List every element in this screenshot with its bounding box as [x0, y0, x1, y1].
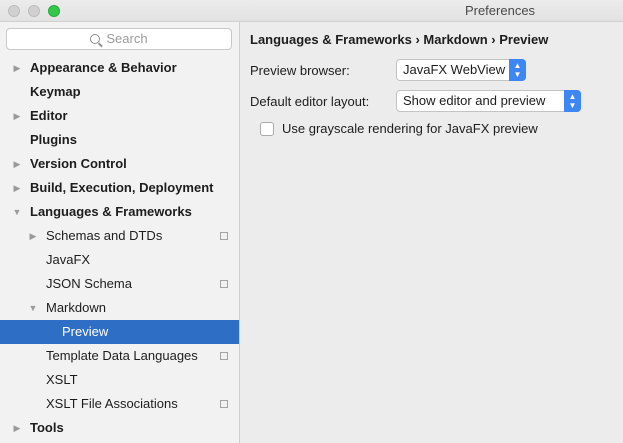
sidebar-item-plugins[interactable]: Plugins — [0, 128, 239, 152]
sidebar-item-xslt-file-associations[interactable]: XSLT File Associations — [0, 392, 239, 416]
expand-arrow-icon[interactable]: ▶ — [12, 152, 22, 176]
settings-sidebar: Search ▶ Appearance & Behavior Keymap ▶ … — [0, 22, 240, 443]
search-placeholder: Search — [106, 31, 148, 46]
sidebar-item-markdown[interactable]: ▼ Markdown — [0, 296, 239, 320]
sidebar-item-javafx[interactable]: JavaFX — [0, 248, 239, 272]
minimize-window-button[interactable] — [28, 5, 40, 17]
sidebar-item-schemas-dtds[interactable]: ▶ Schemas and DTDs — [0, 224, 239, 248]
sidebar-item-tools[interactable]: ▶ Tools — [0, 416, 239, 440]
sidebar-item-preview[interactable]: Preview — [0, 320, 239, 344]
title-bar: Preferences — [0, 0, 623, 22]
search-icon — [90, 34, 101, 44]
sidebar-item-build-execution-deployment[interactable]: ▶ Build, Execution, Deployment — [0, 176, 239, 200]
expand-arrow-icon[interactable]: ▶ — [12, 56, 22, 80]
preview-browser-label: Preview browser: — [250, 63, 350, 78]
settings-content: Languages & Frameworks › Markdown › Prev… — [241, 22, 623, 443]
project-level-icon — [218, 230, 228, 240]
sidebar-item-xslt[interactable]: XSLT — [0, 368, 239, 392]
sidebar-item-template-data-languages[interactable]: Template Data Languages — [0, 344, 239, 368]
sidebar-item-json-schema[interactable]: JSON Schema — [0, 272, 239, 296]
preview-browser-value: JavaFX WebView — [403, 62, 506, 77]
collapse-arrow-icon[interactable]: ▼ — [28, 296, 38, 320]
sidebar-item-keymap[interactable]: Keymap — [0, 80, 239, 104]
breadcrumb: Languages & Frameworks › Markdown › Prev… — [250, 32, 549, 47]
project-level-icon — [218, 398, 228, 408]
project-level-icon — [218, 350, 228, 360]
sidebar-item-editor[interactable]: ▶ Editor — [0, 104, 239, 128]
window-title: Preferences — [464, 3, 536, 18]
project-level-icon — [218, 278, 228, 288]
chevron-up-down-icon: ▲ ▼ — [564, 90, 581, 112]
expand-arrow-icon[interactable]: ▶ — [12, 104, 22, 128]
expand-arrow-icon[interactable]: ▶ — [12, 176, 22, 200]
sidebar-item-version-control[interactable]: ▶ Version Control — [0, 152, 239, 176]
expand-arrow-icon[interactable]: ▶ — [12, 416, 22, 440]
editor-layout-label: Default editor layout: — [250, 94, 370, 109]
search-input[interactable]: Search — [6, 28, 232, 50]
collapse-arrow-icon[interactable]: ▼ — [12, 200, 22, 224]
sidebar-item-appearance-behavior[interactable]: ▶ Appearance & Behavior — [0, 56, 239, 80]
close-window-button[interactable] — [8, 5, 20, 17]
chevron-up-down-icon: ▲ ▼ — [509, 59, 526, 81]
grayscale-checkbox[interactable] — [260, 122, 274, 136]
preview-browser-select[interactable]: JavaFX WebView ▲ ▼ — [396, 59, 526, 81]
grayscale-checkbox-label[interactable]: Use grayscale rendering for JavaFX previ… — [282, 121, 538, 136]
editor-layout-select[interactable]: Show editor and preview ▲ ▼ — [396, 90, 581, 112]
sidebar-item-languages-frameworks[interactable]: ▼ Languages & Frameworks — [0, 200, 239, 224]
editor-layout-value: Show editor and preview — [403, 93, 546, 108]
zoom-window-button[interactable] — [48, 5, 60, 17]
expand-arrow-icon[interactable]: ▶ — [28, 224, 38, 248]
